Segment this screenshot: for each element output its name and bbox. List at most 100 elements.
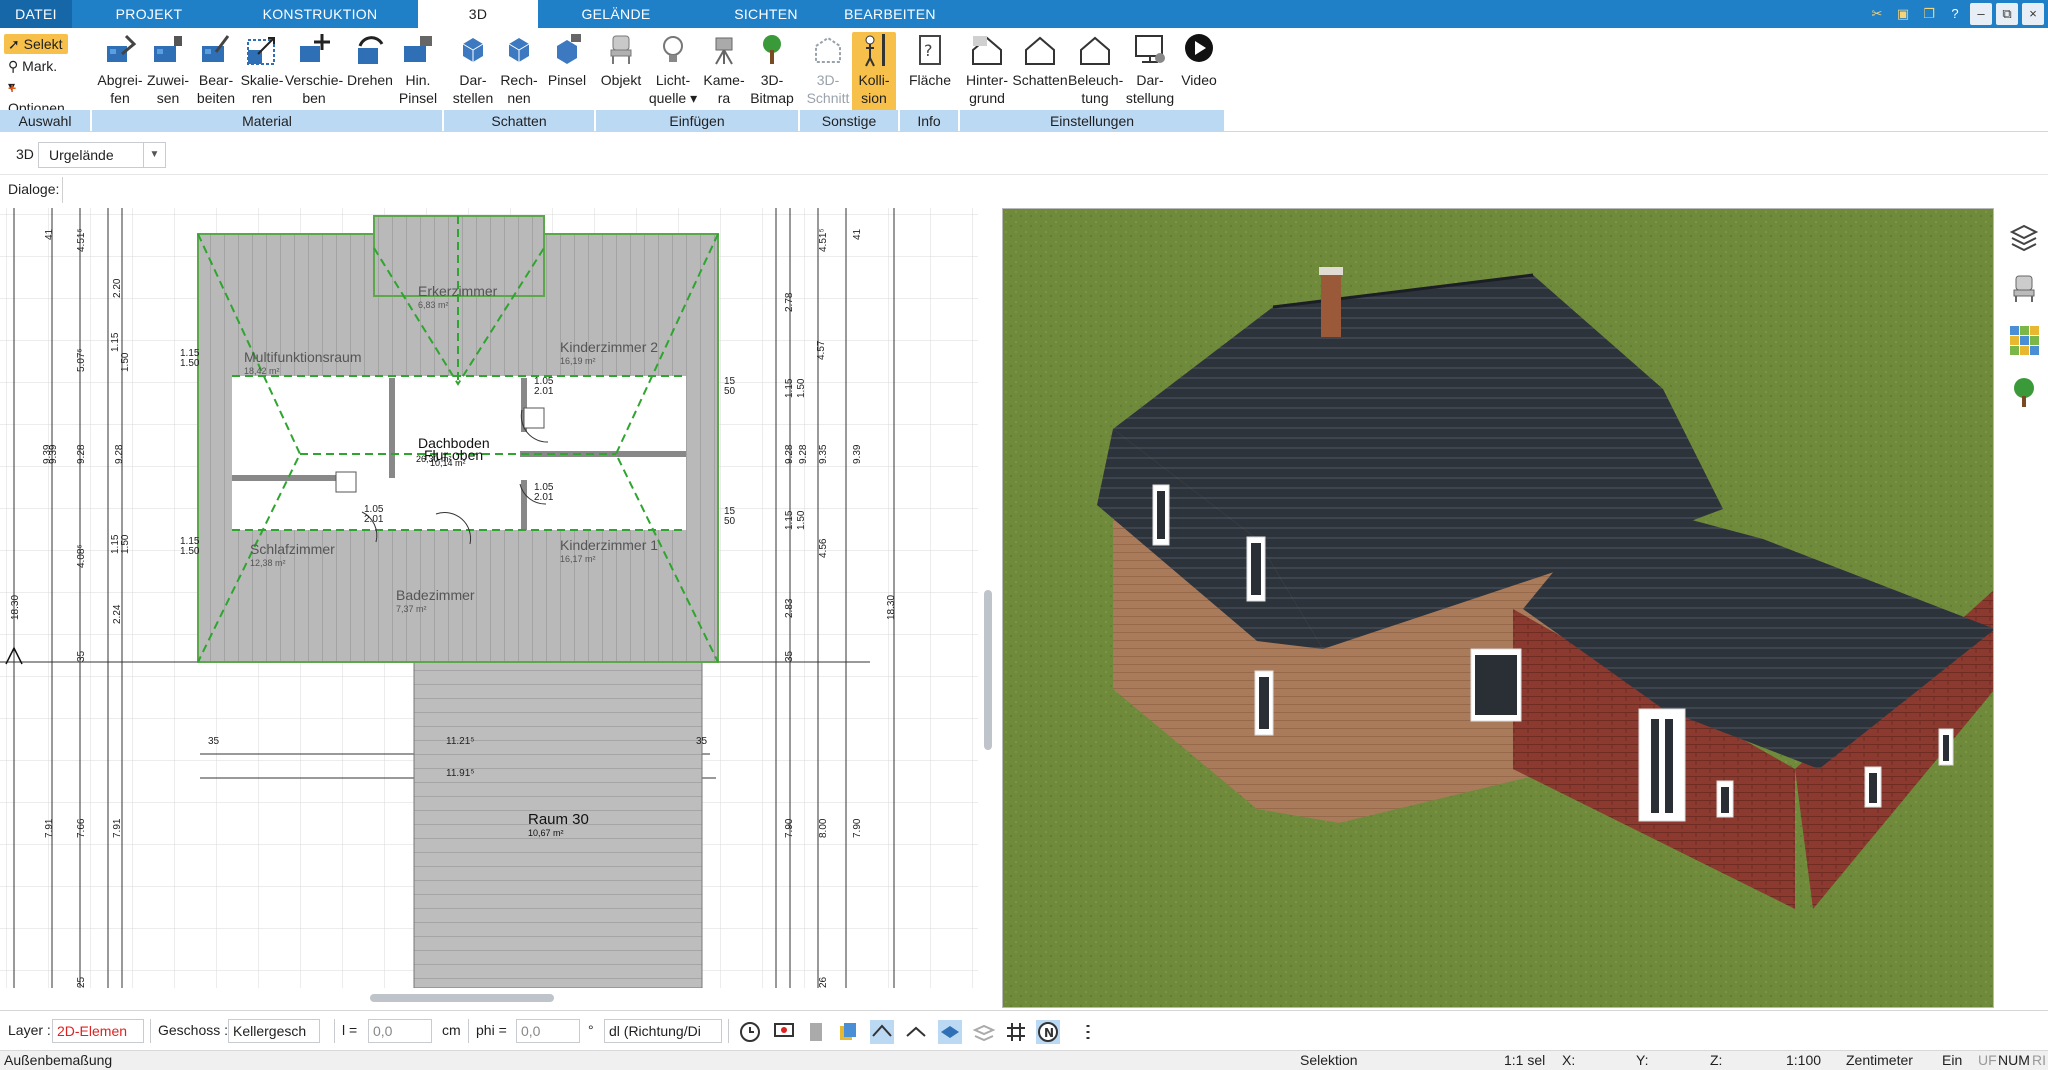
cursor-icon: ➚	[8, 36, 20, 52]
svg-text:35: 35	[208, 736, 220, 747]
right-sidebar	[1998, 208, 2048, 1008]
3d-schnitt-button[interactable]: 3D- Schnitt	[804, 32, 852, 116]
video-button[interactable]: Video	[1176, 32, 1222, 116]
3d-bitmap-button[interactable]: 3D- Bitmap	[748, 32, 796, 116]
help-icon[interactable]: ?	[1944, 3, 1966, 25]
clock-icon[interactable]	[738, 1020, 762, 1044]
kollision-button[interactable]: Kolli-sion	[852, 32, 896, 116]
layer-select[interactable]: 2D-Elemen	[52, 1019, 144, 1043]
schatten-rechnen-button[interactable]: Rech-nen	[498, 32, 540, 116]
group-material: Material	[92, 110, 442, 132]
verschieben-button[interactable]: Verschie-ben	[284, 32, 344, 116]
roof-select-icon[interactable]	[870, 1020, 894, 1044]
terrain-select[interactable]: Urgelände ▼	[38, 142, 166, 168]
floor-select-icon[interactable]	[938, 1020, 962, 1044]
beleuchtung-button[interactable]: Beleuch-tung	[1068, 32, 1123, 116]
tab-projekt[interactable]: PROJEKT	[86, 0, 212, 28]
mark-button[interactable]: ⚲ Mark. ▾	[4, 56, 68, 94]
plants-icon[interactable]	[2008, 376, 2040, 408]
lichtquelle-button[interactable]: Licht-quelle ▾	[646, 32, 700, 116]
svg-text:2.78: 2.78	[784, 292, 795, 312]
hintergrund-button[interactable]: Hinter-grund	[962, 32, 1012, 116]
objekt-button[interactable]: Objekt	[598, 32, 644, 116]
tools-icon[interactable]: ✂	[1866, 3, 1888, 25]
svg-text:4.51⁵: 4.51⁵	[76, 228, 87, 252]
schatten-pinsel-button[interactable]: Pinsel	[542, 32, 592, 116]
tab-konstruktion[interactable]: KONSTRUKTION	[250, 0, 390, 28]
svg-text:8.00: 8.00	[818, 818, 829, 838]
window-icon[interactable]: ▣	[1892, 3, 1914, 25]
geschoss-select[interactable]: Kellergesch	[228, 1019, 320, 1043]
furniture-icon[interactable]	[2008, 272, 2040, 304]
phi-label: phi =	[476, 1022, 507, 1038]
hin-pinsel-button[interactable]: Hin. Pinsel	[396, 32, 440, 116]
status-left: Außenbemaßung	[4, 1052, 113, 1068]
grid-icon[interactable]	[1004, 1020, 1028, 1044]
camera-icon	[715, 37, 733, 65]
dl-select[interactable]: dl (Richtung/Di	[604, 1019, 722, 1043]
room-kinderzimmer1-name: Kinderzimmer 1	[560, 537, 658, 553]
optionen-button[interactable]: + Optionen	[4, 78, 68, 116]
svg-text:N: N	[1044, 1026, 1054, 1040]
kamera-button[interactable]: Kame-ra	[700, 32, 748, 116]
bearbeiten-button[interactable]: Bear-beiten	[192, 32, 240, 116]
plan-vertical-scrollbar[interactable]	[980, 208, 996, 988]
selekt-button[interactable]: ➚ Selekt	[4, 34, 68, 54]
scroll-thumb[interactable]	[984, 590, 992, 750]
einst-schatten-button[interactable]: Schatten	[1012, 32, 1068, 116]
close-icon[interactable]: ×	[2022, 3, 2044, 25]
scale-icon	[247, 37, 275, 65]
l-input[interactable]: 0,0	[368, 1019, 432, 1043]
mark-label: Mark.	[22, 58, 58, 74]
3d-view[interactable]	[1002, 208, 1994, 1008]
tab-bearbeiten[interactable]: BEARBEITEN	[836, 0, 944, 28]
svg-text:50: 50	[724, 386, 736, 397]
tab-datei[interactable]: DATEI	[0, 0, 72, 28]
status-scale: 1:100	[1786, 1052, 1822, 1068]
svg-text:41: 41	[852, 228, 863, 240]
chevron-down-icon: ▼	[143, 143, 165, 167]
minimize-icon[interactable]: –	[1970, 3, 1992, 25]
svg-text:7,37 m²: 7,37 m²	[396, 604, 427, 614]
status-bar: Außenbemaßung Selektion 1:1 sel X: Y: Z:…	[0, 1050, 2048, 1070]
move-icon	[300, 34, 330, 62]
house-background-icon	[972, 36, 1002, 65]
floor-plan-view[interactable]: Erkerzimmer 6,83 m² Multifunktionsraum 1…	[0, 208, 978, 988]
schatten-darstellen-button[interactable]: Dar-stellen	[448, 32, 498, 116]
svg-text:1.50: 1.50	[120, 534, 131, 554]
svg-text:4.57: 4.57	[816, 340, 827, 360]
abgreifen-button[interactable]: Abgrei-fen	[94, 32, 146, 116]
tab-sichten[interactable]: SICHTEN	[706, 0, 826, 28]
north-icon[interactable]: N	[1036, 1020, 1060, 1044]
svg-text:11.21⁵: 11.21⁵	[446, 736, 474, 747]
object-list-icon[interactable]	[804, 1020, 828, 1044]
layers-icon[interactable]	[2008, 220, 2040, 252]
status-num: NUM	[1998, 1052, 2030, 1068]
3d-render[interactable]	[1003, 209, 1994, 1008]
svg-text:10,67 m²: 10,67 m²	[528, 828, 564, 838]
svg-text:35: 35	[76, 650, 87, 662]
plan-horizontal-scrollbar[interactable]	[370, 994, 554, 1002]
tab-gelaende[interactable]: GELÄNDE	[556, 0, 676, 28]
zuweisen-button[interactable]: Zuwei-sen	[146, 32, 190, 116]
restore-icon[interactable]: ⧉	[1996, 3, 2018, 25]
tab-3d[interactable]: 3D	[418, 0, 538, 30]
flaeche-button[interactable]: ? Fläche	[904, 32, 956, 116]
svg-text:2.24: 2.24	[112, 604, 123, 624]
wall-select-icon[interactable]	[904, 1020, 928, 1044]
windows-icon[interactable]: ❐	[1918, 3, 1940, 25]
monitor-icon[interactable]	[772, 1020, 796, 1044]
drehen-button[interactable]: Drehen	[344, 32, 396, 116]
svg-text:25: 25	[76, 976, 87, 988]
skalieren-button[interactable]: Skalie-ren	[240, 32, 284, 116]
room-kinderzimmer2-name: Kinderzimmer 2	[560, 339, 658, 355]
svg-text:9.28: 9.28	[798, 444, 809, 464]
layers-stack-icon[interactable]	[972, 1020, 996, 1044]
more-options-icon[interactable]	[1076, 1020, 1100, 1044]
darstellung-button[interactable]: Dar-stellung	[1124, 32, 1176, 116]
materials-icon[interactable]	[2008, 324, 2040, 356]
phi-input[interactable]: 0,0	[516, 1019, 580, 1043]
svg-text:2.01: 2.01	[534, 386, 554, 397]
documents-icon[interactable]	[836, 1020, 860, 1044]
floor-plan-canvas[interactable]: Erkerzimmer 6,83 m² Multifunktionsraum 1…	[0, 208, 978, 988]
